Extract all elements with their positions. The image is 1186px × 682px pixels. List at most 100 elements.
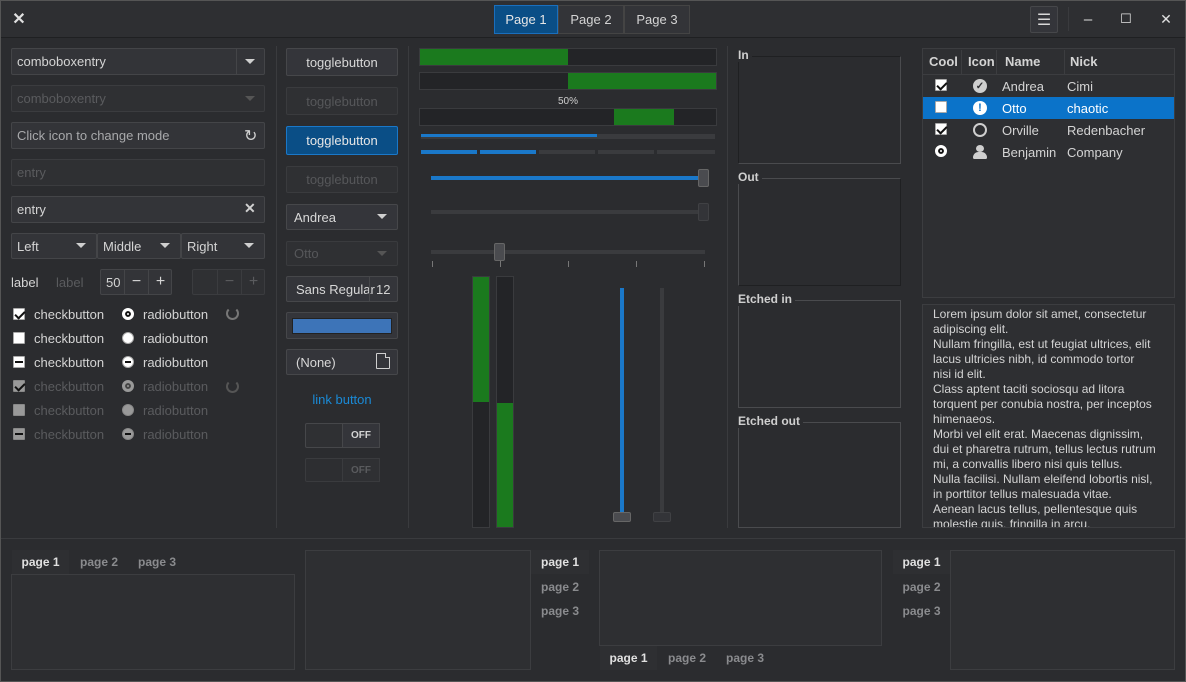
header-separator	[1068, 7, 1069, 31]
checkbutton-label: checkbutton	[34, 403, 105, 418]
cool-checkbox[interactable]	[935, 101, 947, 113]
toggle-button[interactable]: togglebutton	[286, 48, 398, 76]
combobox-entry[interactable]: comboboxentry	[11, 48, 265, 75]
window-close-icon[interactable]: ✕	[1154, 0, 1178, 38]
scale-track-disabled	[431, 210, 707, 214]
radiobutton-label: radiobutton	[143, 403, 209, 418]
progress-bar-pulse	[419, 108, 717, 126]
cool-checkbox[interactable]	[935, 79, 947, 91]
minus-icon[interactable]: −	[124, 270, 148, 294]
text-line: nisi id elit.	[933, 367, 986, 381]
cool-checkbox[interactable]	[935, 123, 947, 135]
entry-text: entry	[17, 202, 46, 217]
scale-track-marks[interactable]	[431, 250, 705, 254]
link-button[interactable]: link button	[286, 392, 398, 407]
column-header-nick[interactable]: Nick	[1070, 54, 1097, 69]
progress-text: 50%	[557, 96, 578, 107]
cool-radio[interactable]	[935, 145, 947, 157]
row-name: Otto	[1002, 101, 1027, 116]
checkbox-inconsistent[interactable]	[13, 356, 25, 368]
notebook-tab[interactable]: page 3	[716, 646, 774, 670]
notebook-tab[interactable]: page 2	[893, 575, 950, 599]
notebook-tab[interactable]: page 3	[128, 550, 186, 574]
text-view[interactable]: Lorem ipsum dolor sit amet, consectetur a…	[922, 304, 1175, 528]
scale-mark	[432, 261, 433, 267]
radio-unselected[interactable]	[122, 332, 134, 344]
table-row[interactable]	[923, 75, 1174, 97]
minimize-icon[interactable]: –	[1076, 0, 1100, 38]
table-row-selected[interactable]	[923, 97, 1174, 119]
maximize-icon[interactable]: ☐	[1114, 0, 1138, 38]
text-line: Morbi vel elit erat. Maecenas dignissim,	[933, 427, 1144, 441]
label: label	[11, 275, 39, 290]
radio-inconsistent[interactable]	[122, 356, 134, 368]
separator	[276, 46, 277, 528]
checkbox-unchecked-disabled	[13, 404, 25, 416]
mode-entry[interactable]: Click icon to change mode	[11, 122, 265, 149]
notebook-tab[interactable]: page 1	[600, 646, 657, 670]
vertical-scale-handle[interactable]	[613, 512, 631, 522]
text-line: mi, a convallis libero nisi quis tellus.	[933, 457, 1123, 471]
clear-icon[interactable]: ✕	[244, 200, 256, 217]
toggle-button-active[interactable]: togglebutton	[286, 126, 398, 155]
row-name: Andrea	[1002, 79, 1044, 94]
column-header-cool[interactable]: Cool	[929, 54, 958, 69]
entry-clearable[interactable]: entry	[11, 196, 265, 223]
notebook-tab[interactable]: page 1	[893, 550, 950, 574]
close-icon[interactable]: ✕	[8, 0, 30, 38]
plus-icon[interactable]: +	[148, 270, 172, 294]
font-name: Sans Regular	[296, 281, 375, 297]
scale-track[interactable]	[431, 176, 707, 180]
notebook-tab[interactable]: page 2	[658, 646, 716, 670]
radio-selected[interactable]	[122, 308, 134, 320]
column-header-name[interactable]: Name	[1005, 54, 1040, 69]
text-line: himenaeos.	[933, 412, 996, 426]
chevron-down-icon	[245, 96, 255, 101]
combo-name-label: Otto	[294, 246, 319, 261]
color-button[interactable]	[286, 312, 398, 339]
text-line: torquent per conubia nostra, per incepto…	[933, 397, 1152, 411]
tab-page-1[interactable]: Page 1	[494, 5, 558, 34]
level-bar-discrete	[421, 150, 715, 154]
tab-page-2[interactable]: Page 2	[558, 5, 624, 34]
level-fill	[421, 134, 597, 137]
notebook-page	[11, 574, 295, 670]
notebook-tab[interactable]: page 2	[70, 550, 128, 574]
color-swatch	[292, 317, 392, 334]
minus-icon: −	[217, 270, 241, 294]
chevron-down-icon[interactable]	[245, 59, 255, 64]
notebook-page	[950, 550, 1175, 670]
notebook-tab[interactable]: page 1	[12, 550, 69, 574]
frame-in	[738, 56, 901, 164]
checkbox-unchecked[interactable]	[13, 332, 25, 344]
scale-slider-handle[interactable]	[698, 169, 709, 187]
frame-in-label: In	[738, 48, 752, 62]
switch-knob: OFF	[342, 423, 380, 448]
progress-fill	[497, 403, 513, 527]
notebook-tab[interactable]: page 2	[531, 575, 589, 599]
checkbox-checked-disabled	[13, 380, 25, 392]
checkbox-checked[interactable]	[13, 308, 25, 320]
notebook-tab[interactable]: page 3	[893, 599, 950, 623]
circle-icon	[973, 123, 987, 137]
vertical-scale-track[interactable]	[620, 288, 624, 520]
text-line: in porttitor tellus malesuada vitae.	[933, 487, 1112, 501]
notebook-tab[interactable]: page 1	[531, 550, 589, 574]
radiobutton-label: radiobutton	[143, 331, 209, 346]
menu-icon[interactable]: ☰	[1030, 6, 1058, 33]
scale-mark	[500, 261, 501, 267]
scale-mark	[568, 261, 569, 267]
refresh-icon[interactable]: ↻	[244, 126, 257, 146]
tab-page-3[interactable]: Page 3	[624, 5, 690, 34]
notebook-tab[interactable]: page 3	[531, 599, 589, 623]
switch-off[interactable]: OFF	[305, 423, 380, 448]
scale-slider-handle[interactable]	[494, 243, 505, 261]
row-name: Orville	[1002, 123, 1039, 138]
frame-etched-out	[738, 422, 901, 528]
vertical-progress-bar	[472, 276, 490, 528]
row-nick: Redenbacher	[1067, 123, 1146, 138]
radio-unselected-disabled	[122, 404, 134, 416]
column-header-icon[interactable]: Icon	[968, 54, 995, 69]
text-line: Lorem ipsum dolor sit amet, consectetur	[933, 307, 1147, 321]
row-name: Benjamin	[1002, 145, 1057, 160]
